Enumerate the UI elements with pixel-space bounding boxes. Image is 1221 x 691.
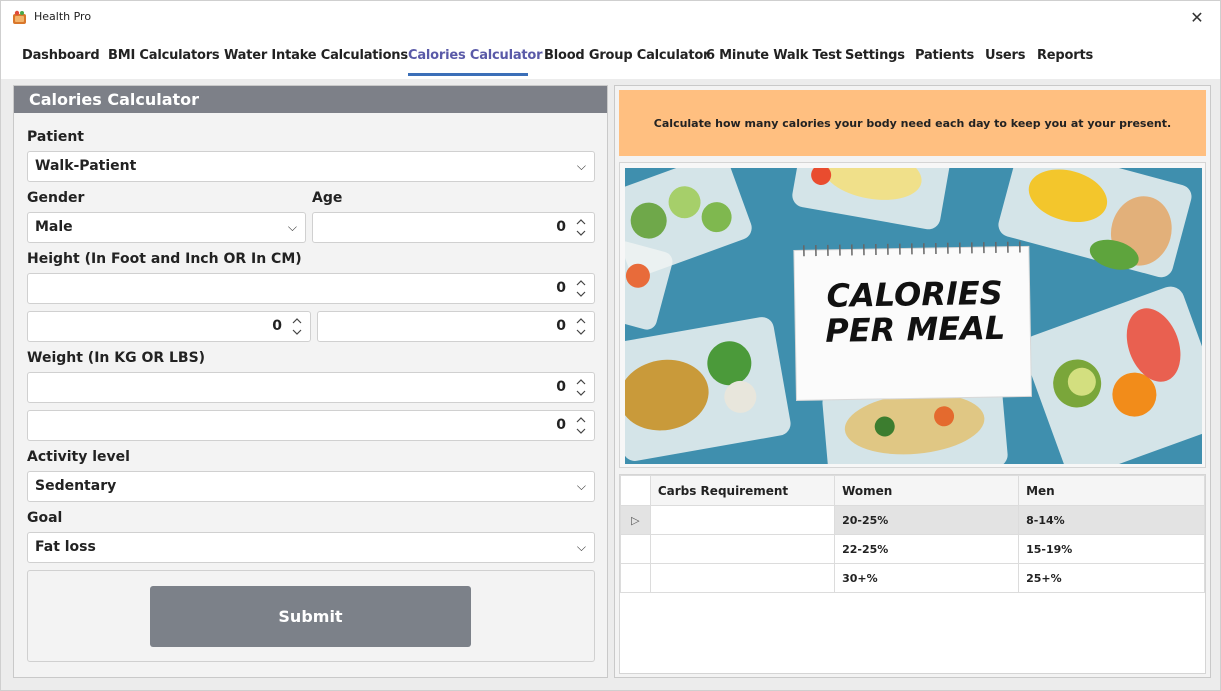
activity-level-select[interactable]: Sedentary ⌵	[27, 471, 595, 502]
height-cm-value: 0	[556, 280, 566, 296]
height-foot-value: 0	[272, 318, 282, 334]
note-card: CALORIES PER MEAL	[793, 241, 1032, 401]
window-title: Health Pro	[34, 10, 92, 23]
age-value: 0	[556, 219, 566, 235]
height-foot-input[interactable]: 0	[27, 311, 311, 342]
meal-prep-illustration: CALORIES PER MEAL	[625, 168, 1202, 464]
image-caption-line2: PER MEAL	[825, 309, 1006, 350]
row-header-corner	[620, 475, 651, 506]
gender-select-value: Male	[35, 219, 73, 235]
row-selector-icon[interactable]	[620, 534, 651, 564]
patient-select[interactable]: Walk-Patient ⌵	[27, 151, 595, 182]
spinner-icon[interactable]	[574, 413, 588, 438]
patient-label: Patient	[27, 129, 84, 145]
cell-women[interactable]: 20-25%	[834, 505, 1020, 535]
spinner-icon[interactable]	[290, 314, 304, 339]
submit-button[interactable]: Submit	[150, 586, 471, 647]
info-banner: Calculate how many calories your body ne…	[619, 90, 1206, 156]
cell-men[interactable]: 25+%	[1018, 563, 1205, 593]
activity-level-value: Sedentary	[35, 478, 117, 494]
tab-bmi-calculators[interactable]: BMI Calculators	[108, 48, 220, 63]
age-label: Age	[312, 190, 343, 206]
age-input[interactable]: 0	[312, 212, 595, 243]
cell-men[interactable]: 15-19%	[1018, 534, 1205, 564]
main-tab-bar: Dashboard BMI Calculators Water Intake C…	[1, 33, 1220, 79]
height-cm-input[interactable]: 0	[27, 273, 595, 304]
chevron-down-icon: ⌵	[287, 220, 297, 234]
submit-area: Submit	[27, 570, 595, 662]
tab-dashboard[interactable]: Dashboard	[22, 48, 100, 63]
activity-level-label: Activity level	[27, 449, 130, 465]
tab-reports[interactable]: Reports	[1037, 48, 1093, 63]
spinner-icon[interactable]	[574, 215, 588, 240]
weight-lbs-input[interactable]: 0	[27, 410, 595, 441]
height-label: Height (In Foot and Inch OR In CM)	[27, 251, 302, 267]
app-window: Health Pro ✕ Dashboard BMI Calculators W…	[0, 0, 1221, 691]
chevron-down-icon: ⌵	[576, 540, 586, 554]
tab-settings[interactable]: Settings	[845, 48, 905, 63]
weight-lbs-value: 0	[556, 417, 566, 433]
chevron-down-icon: ⌵	[576, 159, 586, 173]
calories-per-meal-image: CALORIES PER MEAL	[625, 168, 1202, 464]
cell-women[interactable]: 30+%	[834, 563, 1020, 593]
cell-men[interactable]: 8-14%	[1018, 505, 1205, 535]
close-icon[interactable]: ✕	[1184, 5, 1210, 29]
table-header-row: Carbs Requirement Women Men	[620, 475, 1205, 506]
weight-kg-input[interactable]: 0	[27, 372, 595, 403]
spinner-icon[interactable]	[574, 314, 588, 339]
column-header-men[interactable]: Men	[1018, 475, 1205, 506]
active-tab-indicator	[408, 73, 528, 76]
info-panel: Calculate how many calories your body ne…	[614, 85, 1211, 678]
carbs-table: Carbs Requirement Women Men ▷ 20-25% 8-1…	[620, 475, 1205, 593]
carbs-grid: Carbs Requirement Women Men ▷ 20-25% 8-1…	[619, 474, 1206, 674]
weight-kg-value: 0	[556, 379, 566, 395]
calories-form-panel: Calories Calculator Patient Walk-Patient…	[13, 85, 608, 678]
tab-patients[interactable]: Patients	[915, 48, 974, 63]
cell-women[interactable]: 22-25%	[834, 534, 1020, 564]
tab-content: Calories Calculator Patient Walk-Patient…	[1, 79, 1220, 690]
tab-users[interactable]: Users	[985, 48, 1025, 63]
spinner-icon[interactable]	[574, 276, 588, 301]
panel-title: Calories Calculator	[14, 86, 607, 113]
height-inch-input[interactable]: 0	[317, 311, 595, 342]
table-row[interactable]: 22-25% 15-19%	[620, 534, 1205, 564]
goal-value: Fat loss	[35, 539, 96, 555]
gender-label: Gender	[27, 190, 85, 206]
spinner-icon[interactable]	[574, 375, 588, 400]
cell-carbs[interactable]	[649, 505, 836, 535]
row-selector-icon[interactable]	[620, 563, 651, 593]
gender-select[interactable]: Male ⌵	[27, 212, 306, 243]
column-header-carbs[interactable]: Carbs Requirement	[649, 475, 836, 506]
tab-calories-calculator[interactable]: Calories Calculator	[408, 48, 543, 63]
goal-select[interactable]: Fat loss ⌵	[27, 532, 595, 563]
cell-carbs[interactable]	[649, 563, 836, 593]
patient-select-value: Walk-Patient	[35, 158, 137, 174]
table-row[interactable]: ▷ 20-25% 8-14%	[620, 505, 1205, 535]
tab-blood-group-calculator[interactable]: Blood Group Calculator	[544, 48, 709, 63]
tab-water-intake[interactable]: Water Intake Calculations	[224, 48, 408, 63]
column-header-women[interactable]: Women	[834, 475, 1020, 506]
app-logo-icon	[13, 10, 26, 24]
row-selector-icon[interactable]: ▷	[620, 505, 651, 535]
table-row[interactable]: 30+% 25+%	[620, 563, 1205, 593]
title-bar: Health Pro ✕	[1, 1, 1220, 33]
weight-label: Weight (In KG OR LBS)	[27, 350, 206, 366]
image-frame: CALORIES PER MEAL	[619, 162, 1206, 468]
tab-six-minute-walk-test[interactable]: 6 Minute Walk Test	[706, 48, 842, 63]
goal-label: Goal	[27, 510, 63, 526]
cell-carbs[interactable]	[649, 534, 836, 564]
height-inch-value: 0	[556, 318, 566, 334]
chevron-down-icon: ⌵	[576, 479, 586, 493]
